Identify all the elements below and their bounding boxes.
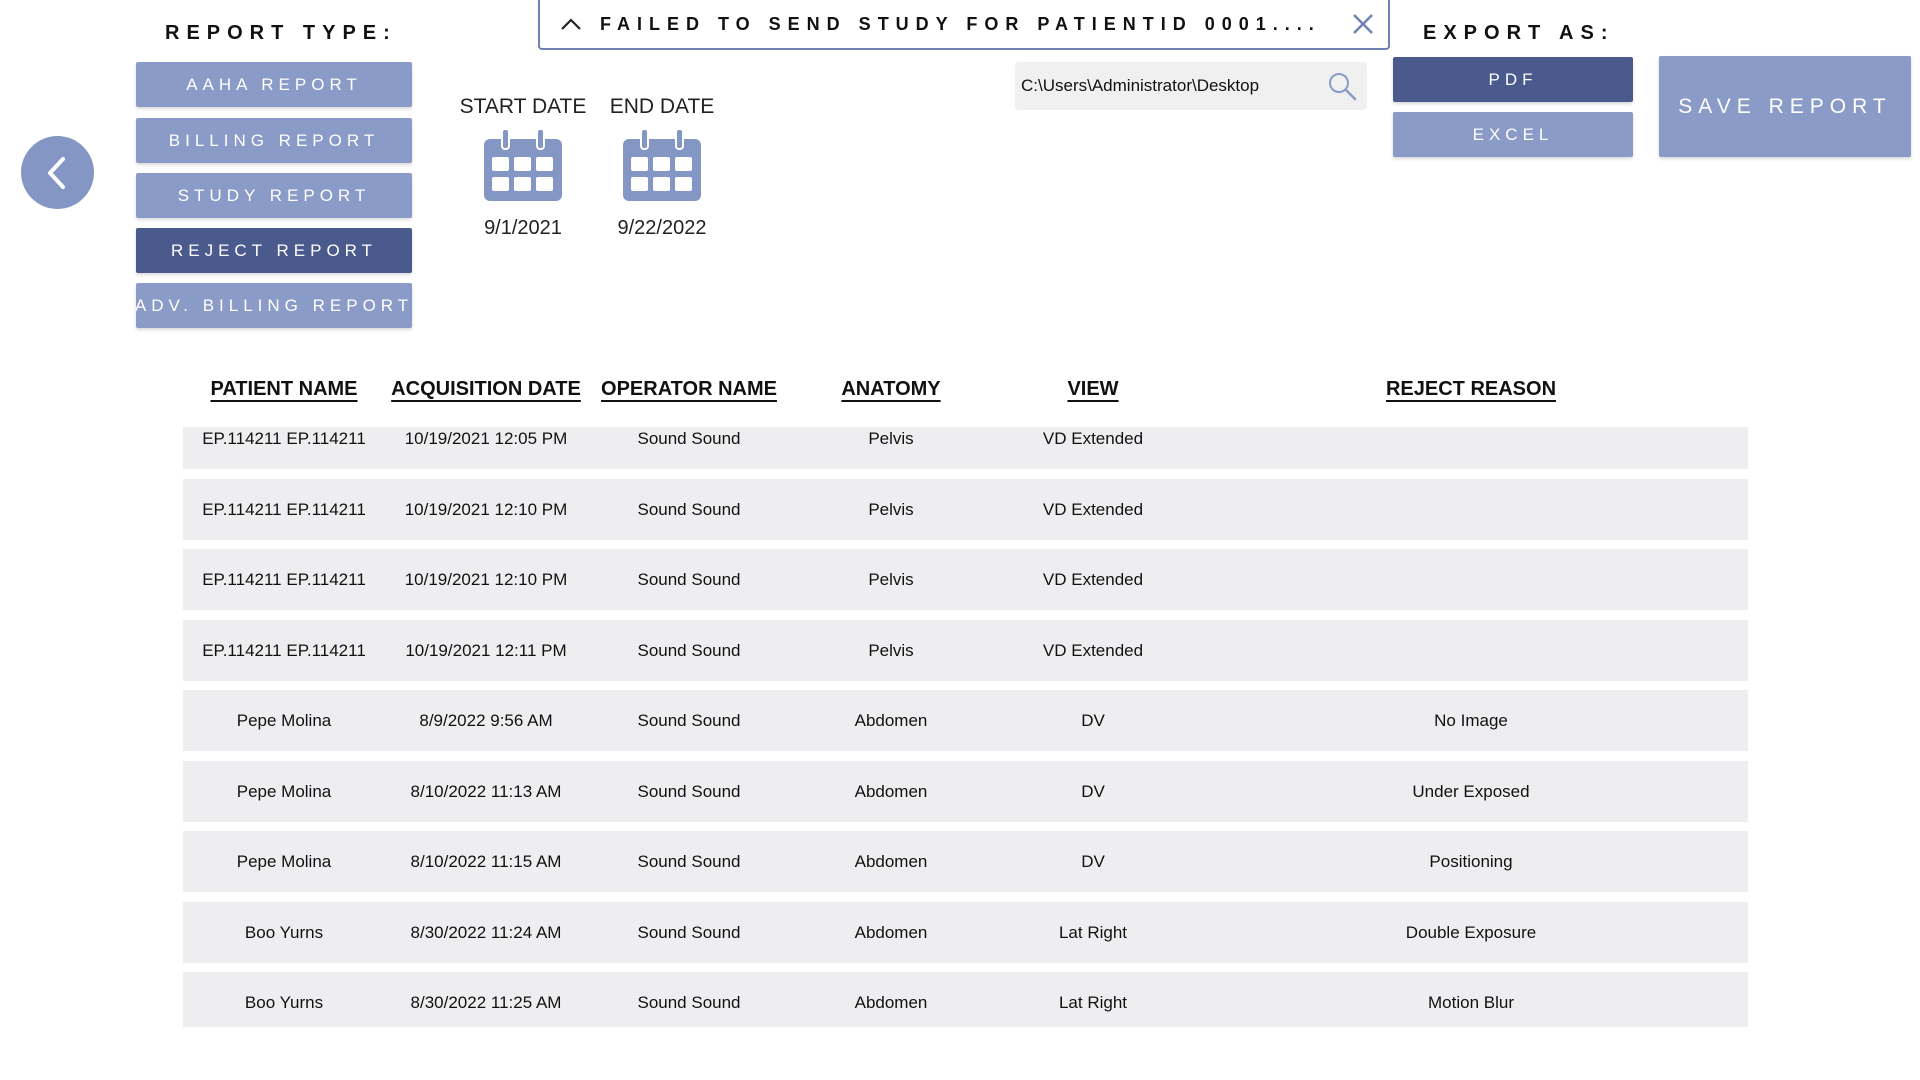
column-header-anatomy[interactable]: ANATOMY: [841, 378, 940, 401]
table-row[interactable]: EP.114211 EP.114211 10/19/2021 12:10 PM So…: [183, 549, 1748, 610]
cell-view: Lat Right: [1058, 993, 1128, 1012]
study-report-button[interactable]: STUDY REPORT: [136, 173, 412, 218]
reject-report-button[interactable]: REJECT REPORT: [136, 228, 412, 273]
table-row[interactable]: Boo Yurns 8/30/2022 11:24 AM Sound Sound Ab…: [183, 902, 1748, 963]
cell-date: 8/30/2022 11:24 AM: [410, 923, 562, 942]
cell-reason: Double Exposure: [1405, 923, 1537, 942]
cell-operator: Sound Sound: [637, 993, 741, 1012]
table-row[interactable]: Boo Yurns 8/30/2022 11:25 AM Sound Sound Ab…: [183, 972, 1748, 1027]
calendar-icon: [623, 128, 701, 201]
export-pdf-button[interactable]: PDF: [1393, 57, 1633, 102]
cell-reason: Under Exposed: [1412, 782, 1530, 801]
billing-report-button[interactable]: BILLING REPORT: [136, 118, 412, 163]
end-date-picker[interactable]: END DATE 9/22/2022: [592, 95, 732, 240]
cell-anatomy: Abdomen: [854, 993, 928, 1012]
cell-anatomy: Abdomen: [854, 782, 928, 801]
start-date-value: 9/1/2021: [484, 217, 562, 239]
cell-patient: EP.114211 EP.114211: [202, 570, 366, 589]
cell-operator: Sound Sound: [637, 711, 741, 730]
cell-date: 10/19/2021 12:10 PM: [404, 500, 568, 519]
cell-anatomy: Pelvis: [868, 570, 914, 589]
cell-operator: Sound Sound: [637, 782, 741, 801]
cell-view: DV: [1081, 711, 1105, 730]
report-type-title: REPORT TYPE:: [165, 22, 397, 44]
calendar-icon: [484, 128, 562, 201]
adv-billing-report-button[interactable]: ADV. BILLING REPORT: [136, 283, 412, 328]
table-row[interactable]: Pepe Molina 8/10/2022 11:13 AM Sound Sound…: [183, 761, 1748, 822]
cell-anatomy: Abdomen: [854, 711, 928, 730]
back-button[interactable]: [21, 136, 94, 209]
cell-date: 10/19/2021 12:05 PM: [404, 429, 568, 448]
cell-patient: Boo Yurns: [244, 923, 324, 942]
cell-anatomy: Pelvis: [868, 429, 914, 448]
cell-patient: Pepe Molina: [236, 852, 332, 871]
export-as-title: EXPORT AS:: [1423, 22, 1615, 44]
chevron-up-icon[interactable]: [560, 17, 582, 31]
cell-patient: Pepe Molina: [236, 711, 332, 730]
cell-anatomy: Abdomen: [854, 923, 928, 942]
end-date-label: END DATE: [609, 95, 715, 118]
cell-operator: Sound Sound: [637, 641, 741, 660]
cell-operator: Sound Sound: [637, 570, 741, 589]
cell-patient: Boo Yurns: [244, 993, 324, 1012]
notification-text: FAILED TO SEND STUDY FOR PATIENTID 0001.…: [600, 13, 1321, 34]
cell-date: 8/10/2022 11:13 AM: [410, 782, 562, 801]
cell-date: 10/19/2021 12:10 PM: [404, 570, 568, 589]
column-header-operator-name[interactable]: OPERATOR NAME: [601, 378, 777, 401]
cell-operator: Sound Sound: [637, 923, 741, 942]
chevron-left-icon: [47, 156, 65, 189]
cell-reason: Motion Blur: [1428, 993, 1514, 1012]
cell-reason: Positioning: [1429, 852, 1513, 871]
start-date-label: START DATE: [459, 95, 587, 118]
cell-view: VD Extended: [1042, 429, 1144, 448]
cell-anatomy: Abdomen: [854, 852, 928, 871]
column-header-patient-name[interactable]: PATIENT NAME: [210, 378, 357, 401]
column-header-acquisition-date[interactable]: ACQUISITION DATE: [391, 378, 581, 401]
cell-view: VD Extended: [1042, 570, 1144, 589]
table-row[interactable]: EP.114211 EP.114211 10/19/2021 12:11 PM So…: [183, 620, 1748, 681]
save-report-button[interactable]: SAVE REPORT: [1659, 56, 1911, 157]
table-row[interactable]: EP.114211 EP.114211 10/19/2021 12:05 PM So…: [183, 427, 1748, 469]
start-date-picker[interactable]: START DATE 9/1/2021: [453, 95, 593, 240]
cell-patient: EP.114211 EP.114211: [202, 641, 366, 660]
export-excel-button[interactable]: EXCEL: [1393, 112, 1633, 157]
cell-view: DV: [1081, 852, 1105, 871]
cell-operator: Sound Sound: [637, 500, 741, 519]
export-path-value: C:\Users\Administrator\Desktop: [1021, 76, 1260, 95]
column-header-reject-reason[interactable]: REJECT REASON: [1386, 378, 1556, 401]
cell-date: 8/9/2022 9:56 AM: [419, 711, 553, 730]
close-icon[interactable]: [1352, 13, 1374, 35]
cell-view: Lat Right: [1058, 923, 1128, 942]
cell-view: VD Extended: [1042, 641, 1144, 660]
cell-operator: Sound Sound: [637, 852, 741, 871]
cell-patient: EP.114211 EP.114211: [202, 500, 366, 519]
cell-patient: Pepe Molina: [236, 782, 332, 801]
notification-bar: FAILED TO SEND STUDY FOR PATIENTID 0001.…: [538, 0, 1390, 50]
table-row[interactable]: Pepe Molina 8/9/2022 9:56 AM Sound Sound Ab…: [183, 690, 1748, 751]
cell-patient: EP.114211 EP.114211: [202, 429, 366, 448]
search-icon[interactable]: [1327, 71, 1357, 101]
cell-view: VD Extended: [1042, 500, 1144, 519]
cell-operator: Sound Sound: [637, 429, 741, 448]
end-date-value: 9/22/2022: [617, 217, 707, 239]
cell-reason: No Image: [1434, 711, 1508, 730]
cell-anatomy: Pelvis: [868, 500, 914, 519]
export-path-field[interactable]: C:\Users\Administrator\Desktop: [1015, 62, 1367, 110]
cell-anatomy: Pelvis: [868, 641, 914, 660]
column-header-view[interactable]: VIEW: [1067, 378, 1118, 401]
table-row[interactable]: EP.114211 EP.114211 10/19/2021 12:10 PM So…: [183, 479, 1748, 540]
cell-date: 8/10/2022 11:15 AM: [410, 852, 562, 871]
report-table-body[interactable]: EP.114211 EP.114211 10/19/2021 12:05 PM So…: [183, 427, 1748, 1027]
aaha-report-button[interactable]: AAHA REPORT: [136, 62, 412, 107]
cell-date: 10/19/2021 12:11 PM: [405, 641, 567, 660]
table-row[interactable]: Pepe Molina 8/10/2022 11:15 AM Sound Sound…: [183, 831, 1748, 892]
cell-date: 8/30/2022 11:25 AM: [410, 993, 562, 1012]
cell-view: DV: [1081, 782, 1105, 801]
